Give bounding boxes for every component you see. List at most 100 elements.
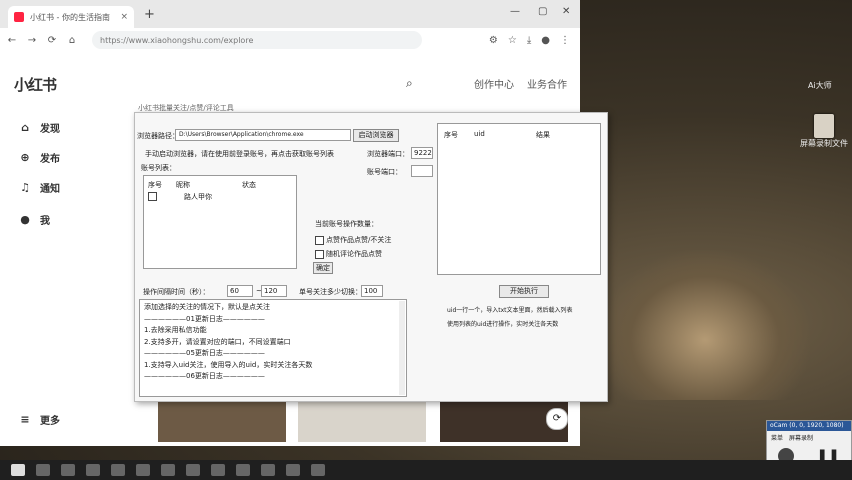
url-input[interactable]: https://www.xiaohongshu.com/explore bbox=[92, 31, 422, 49]
note-thumbnail[interactable] bbox=[158, 402, 286, 442]
business-link[interactable]: 业务合作 bbox=[527, 76, 567, 91]
tab-title: 小红书 - 你的生活指南 bbox=[30, 12, 110, 22]
tab-close-icon[interactable]: × bbox=[120, 12, 128, 22]
log-line: ——————05更新日志—————— bbox=[144, 349, 265, 357]
taskbar-app-icon[interactable] bbox=[211, 464, 225, 476]
taskbar-app-icon[interactable] bbox=[36, 464, 50, 476]
bookmark-icon[interactable]: ☆ bbox=[508, 35, 517, 46]
account-port-field[interactable] bbox=[411, 165, 433, 177]
sidebar-item-label: 更多 bbox=[40, 416, 60, 427]
log-line: 添加选择的关注的情况下，默认是点关注 bbox=[144, 303, 270, 311]
sidebar-item-label: 发现 bbox=[40, 124, 60, 135]
account-port-label: 账号端口： bbox=[367, 168, 402, 176]
account-list[interactable]: 序号 昵称 状态 路人甲你 bbox=[143, 175, 297, 269]
tab-bar: 小红书 - 你的生活指南 × + — ▢ ✕ bbox=[0, 0, 580, 28]
creator-center-link[interactable]: 创作中心 bbox=[474, 76, 514, 91]
like-option-label: 点赞作品点赞/不关注 bbox=[326, 236, 392, 244]
row-checkbox[interactable] bbox=[148, 192, 157, 201]
interval-max-field[interactable]: 120 bbox=[261, 285, 287, 297]
sidebar-item-notifications[interactable]: ♫ 通知 bbox=[18, 180, 60, 195]
browser-tab[interactable]: 小红书 - 你的生活指南 × bbox=[8, 6, 134, 28]
xiaohongshu-favicon-icon bbox=[14, 12, 24, 22]
ai-label: Ai大师 bbox=[808, 81, 832, 90]
browser-path-field[interactable]: D:\Users\Browser\Application\chrome.exe bbox=[175, 129, 351, 141]
comment-checkbox[interactable] bbox=[315, 249, 324, 259]
folder-icon bbox=[814, 114, 834, 138]
address-bar: ← → ⟳ ⌂ https://www.xiaohongshu.com/expl… bbox=[0, 28, 580, 53]
column-header: 序号 bbox=[148, 181, 162, 189]
recorder-menu[interactable]: 菜单 bbox=[771, 433, 783, 442]
maximize-icon[interactable]: ▢ bbox=[538, 6, 547, 17]
log-scrollbar[interactable] bbox=[399, 301, 405, 395]
sidebar-item-me[interactable]: ● 我 bbox=[18, 212, 50, 227]
tool-dialog: 浏览器路径： D:\Users\Browser\Application\chro… bbox=[134, 112, 608, 402]
comment-option[interactable]: 随机评论作品点赞 bbox=[315, 249, 382, 259]
op-heading: 当前账号操作数量： bbox=[315, 220, 378, 228]
start-icon[interactable] bbox=[11, 464, 25, 476]
forward-icon[interactable]: → bbox=[24, 35, 40, 46]
uid-list[interactable]: 序号 uid 结果 bbox=[437, 123, 601, 275]
recordings-label: 屏幕录制文件 bbox=[800, 139, 848, 148]
sidebar-item-label: 我 bbox=[40, 216, 50, 227]
table-row[interactable] bbox=[148, 192, 159, 201]
column-header: 昵称 bbox=[176, 181, 190, 189]
per-account-field[interactable]: 100 bbox=[361, 285, 383, 297]
plus-icon: ⊕ bbox=[20, 151, 30, 164]
menu-icon[interactable]: ⋮ bbox=[560, 35, 570, 46]
log-line: ——————01更新日志—————— bbox=[144, 314, 265, 323]
column-header: uid bbox=[474, 130, 485, 138]
desktop-icon-recordings[interactable]: 屏幕录制文件 bbox=[800, 114, 848, 149]
note-thumbnail[interactable] bbox=[298, 402, 426, 442]
browser-port-field[interactable]: 9222 bbox=[411, 147, 433, 159]
sidebar-item-discover[interactable]: ⌂ 发现 bbox=[18, 120, 60, 135]
close-window-icon[interactable]: ✕ bbox=[562, 6, 570, 17]
minimize-icon[interactable]: — bbox=[510, 6, 520, 17]
log-line: 1.支持导入uid关注，使用导入的uid，实时关注各天数 bbox=[144, 360, 313, 369]
like-option[interactable]: 点赞作品点赞/不关注 bbox=[315, 235, 391, 245]
column-header: 结果 bbox=[536, 131, 550, 139]
log-line: 2.支持多开，请设置对应的端口，不同设置端口 bbox=[144, 337, 291, 346]
browser-path-label: 浏览器路径： bbox=[137, 132, 179, 140]
tent-wallpaper bbox=[600, 250, 810, 400]
taskbar-app-icon[interactable] bbox=[111, 464, 125, 476]
sidebar-item-label: 通知 bbox=[40, 184, 60, 195]
site-logo[interactable]: 小红书 bbox=[14, 74, 57, 95]
profile-icon[interactable]: ● bbox=[541, 35, 550, 46]
confirm-button[interactable]: 确定 bbox=[313, 262, 333, 274]
column-header: 状态 bbox=[242, 181, 256, 189]
reload-icon[interactable]: ⟳ bbox=[44, 35, 60, 46]
taskbar-app-icon[interactable] bbox=[236, 464, 250, 476]
per-account-label: 单号关注多少切换： bbox=[299, 288, 362, 296]
taskbar-app-icon[interactable] bbox=[311, 464, 325, 476]
search-icon[interactable]: ⌕ bbox=[406, 76, 413, 91]
refresh-float-button[interactable]: ⟳ bbox=[546, 408, 568, 430]
extensions-icon[interactable]: ⚙ bbox=[489, 35, 498, 46]
back-icon[interactable]: ← bbox=[4, 35, 20, 46]
account-nickname: 路人甲你 bbox=[184, 193, 212, 201]
download-icon[interactable]: ⤓ bbox=[527, 35, 531, 46]
taskbar-app-icon[interactable] bbox=[286, 464, 300, 476]
recorder-title: oCam (0, 0, 1920, 1080) bbox=[767, 421, 851, 431]
sidebar-item-publish[interactable]: ⊕ 发布 bbox=[18, 150, 60, 165]
interval-min-field[interactable]: 60 bbox=[227, 285, 253, 297]
start-execute-button[interactable]: 开始执行 bbox=[499, 285, 549, 298]
sidebar-item-more[interactable]: ≡ 更多 bbox=[18, 412, 60, 427]
uid-note-1: uid一行一个，导入txt文本里面，然后载入列表 bbox=[447, 307, 573, 314]
home-icon[interactable]: ⌂ bbox=[64, 35, 80, 46]
log-line: 1.去除采用私信功能 bbox=[144, 326, 207, 334]
taskbar-app-icon[interactable] bbox=[261, 464, 275, 476]
log-area[interactable]: 添加选择的关注的情况下，默认是点关注 ——————01更新日志—————— 1.… bbox=[139, 299, 407, 397]
taskbar-app-icon[interactable] bbox=[161, 464, 175, 476]
taskbar-app-icon[interactable] bbox=[86, 464, 100, 476]
taskbar-app-icon[interactable] bbox=[61, 464, 75, 476]
like-checkbox[interactable] bbox=[315, 235, 324, 245]
recorder-capture[interactable]: 屏幕录制 bbox=[789, 433, 813, 442]
taskbar-app-icon[interactable] bbox=[136, 464, 150, 476]
interval-label: 操作间隔时间（秒）： bbox=[143, 288, 210, 296]
desktop-icon-ai[interactable]: Ai大师 bbox=[808, 80, 832, 91]
browser-toolbar: ⚙ ☆ ⤓ ● ⋮ bbox=[489, 35, 570, 46]
start-browser-button[interactable]: 启动浏览器 bbox=[353, 129, 399, 142]
new-tab-button[interactable]: + bbox=[144, 7, 155, 22]
taskbar-app-icon[interactable] bbox=[186, 464, 200, 476]
bell-icon: ♫ bbox=[20, 181, 30, 194]
